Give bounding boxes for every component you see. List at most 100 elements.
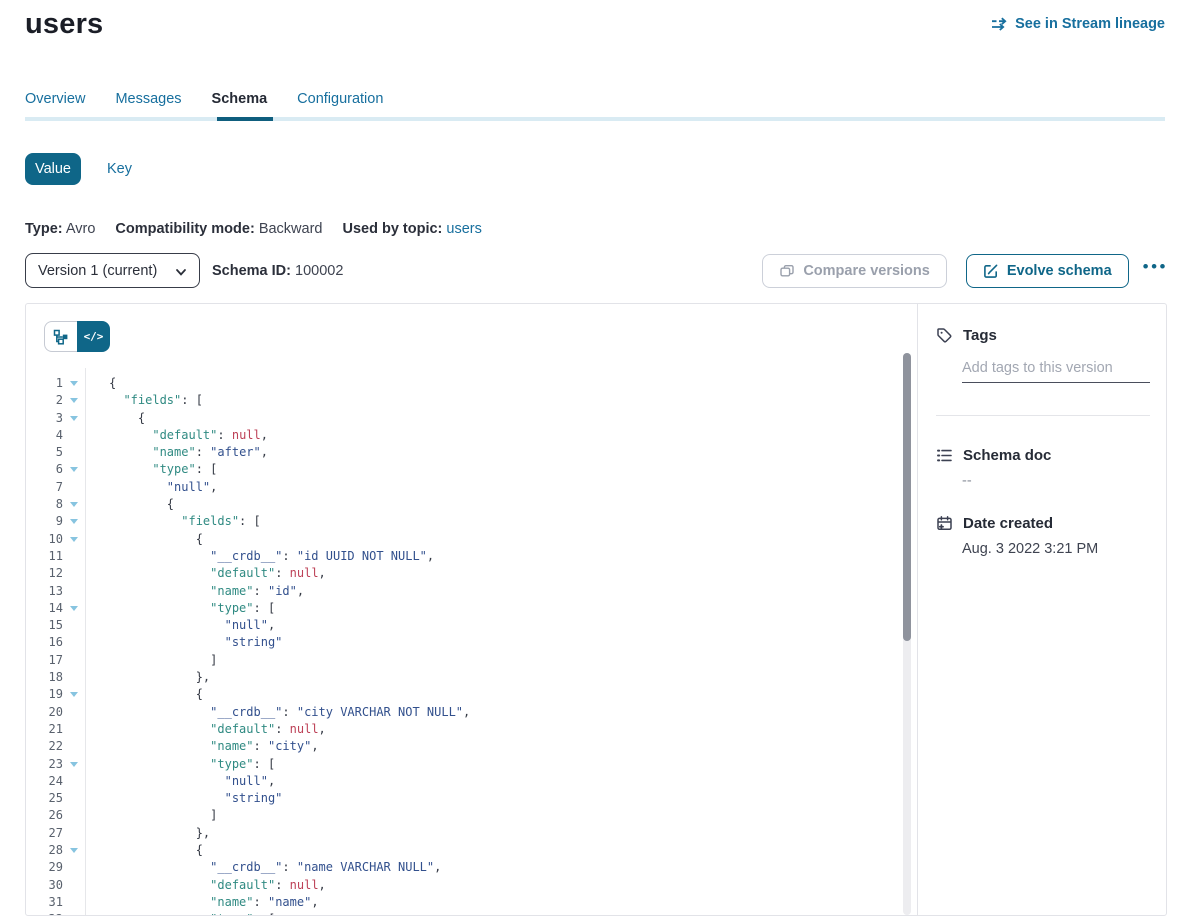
code-line: 1{ bbox=[26, 375, 897, 392]
evolve-schema-button[interactable]: Evolve schema bbox=[966, 254, 1129, 288]
fold-toggle[interactable] bbox=[63, 531, 85, 548]
code-text: "name": "after", bbox=[85, 444, 268, 461]
stream-lineage-link[interactable]: See in Stream lineage bbox=[991, 16, 1165, 32]
code-line: 4 "default": null, bbox=[26, 427, 897, 444]
fold-column bbox=[63, 652, 85, 669]
used-by-topic-link[interactable]: users bbox=[446, 221, 481, 237]
code-line: 12 "default": null, bbox=[26, 565, 897, 582]
fold-column bbox=[63, 427, 85, 444]
fold-toggle[interactable] bbox=[63, 686, 85, 703]
code-text: { bbox=[85, 375, 116, 392]
used-by-label: Used by topic: bbox=[342, 221, 442, 237]
code-text: "__crdb__": "city VARCHAR NOT NULL", bbox=[85, 704, 470, 721]
code-text: "type": [ bbox=[85, 911, 275, 915]
line-number: 10 bbox=[26, 531, 63, 548]
fold-column bbox=[63, 704, 85, 721]
code-text: "name": "id", bbox=[85, 583, 304, 600]
code-text: "name": "name", bbox=[85, 894, 319, 911]
fold-column bbox=[63, 807, 85, 824]
line-number: 29 bbox=[26, 859, 63, 876]
fold-arrow-icon bbox=[70, 398, 78, 403]
code-line: 17 ] bbox=[26, 652, 897, 669]
line-number: 27 bbox=[26, 825, 63, 842]
tags-input[interactable] bbox=[962, 358, 1150, 383]
code-line: 11 "__crdb__": "id UUID NOT NULL", bbox=[26, 548, 897, 565]
code-text: "default": null, bbox=[85, 721, 326, 738]
fold-toggle[interactable] bbox=[63, 842, 85, 859]
code-line: 16 "string" bbox=[26, 634, 897, 651]
tag-icon bbox=[936, 327, 953, 344]
code-text: }, bbox=[85, 825, 210, 842]
line-number: 2 bbox=[26, 392, 63, 409]
fold-column bbox=[63, 669, 85, 686]
line-number: 6 bbox=[26, 461, 63, 478]
fold-toggle[interactable] bbox=[63, 410, 85, 427]
line-number: 22 bbox=[26, 738, 63, 755]
fold-arrow-icon bbox=[70, 519, 78, 524]
chevron-down-icon bbox=[174, 265, 188, 279]
line-number: 1 bbox=[26, 375, 63, 392]
fold-toggle[interactable] bbox=[63, 911, 85, 915]
code-view-button[interactable]: </> bbox=[77, 321, 110, 352]
version-select[interactable]: Version 1 (current) bbox=[25, 253, 200, 288]
fold-column bbox=[63, 859, 85, 876]
value-toggle-button[interactable]: Value bbox=[25, 153, 81, 185]
fold-toggle[interactable] bbox=[63, 756, 85, 773]
line-number: 8 bbox=[26, 496, 63, 513]
tab-messages[interactable]: Messages bbox=[115, 91, 181, 107]
code-text: "null", bbox=[85, 773, 275, 790]
schema-doc-heading: Schema doc bbox=[936, 447, 1150, 464]
tab-configuration[interactable]: Configuration bbox=[297, 91, 383, 107]
fold-toggle[interactable] bbox=[63, 375, 85, 392]
line-number: 5 bbox=[26, 444, 63, 461]
schema-panel: </> 1{2 "fields": [3 {4 "default": null,… bbox=[25, 303, 1167, 916]
editor-scrollbar-thumb[interactable] bbox=[903, 353, 911, 641]
code-line: 8 { bbox=[26, 496, 897, 513]
fold-toggle[interactable] bbox=[63, 513, 85, 530]
code-text: "default": null, bbox=[85, 565, 326, 582]
fold-column bbox=[63, 548, 85, 565]
schema-id-value: 100002 bbox=[295, 263, 343, 279]
fold-column bbox=[63, 790, 85, 807]
tab-overview[interactable]: Overview bbox=[25, 91, 85, 107]
code-line: 5 "name": "after", bbox=[26, 444, 897, 461]
schema-editor: </> 1{2 "fields": [3 {4 "default": null,… bbox=[26, 304, 918, 915]
fold-column bbox=[63, 773, 85, 790]
list-icon bbox=[936, 447, 953, 464]
tab-schema[interactable]: Schema bbox=[212, 91, 268, 107]
line-number: 28 bbox=[26, 842, 63, 859]
fold-arrow-icon bbox=[70, 502, 78, 507]
fold-toggle[interactable] bbox=[63, 496, 85, 513]
line-number: 17 bbox=[26, 652, 63, 669]
code-text: ] bbox=[85, 652, 217, 669]
edit-icon bbox=[983, 263, 999, 279]
more-options-button[interactable]: ••• bbox=[1143, 262, 1168, 280]
line-number: 32 bbox=[26, 911, 63, 915]
fold-arrow-icon bbox=[70, 606, 78, 611]
fold-toggle[interactable] bbox=[63, 600, 85, 617]
line-number: 26 bbox=[26, 807, 63, 824]
fold-column bbox=[63, 444, 85, 461]
date-created-value: Aug. 3 2022 3:21 PM bbox=[962, 541, 1150, 557]
code-lines: 1{2 "fields": [3 {4 "default": null,5 "n… bbox=[26, 375, 897, 915]
code-text: "default": null, bbox=[85, 877, 326, 894]
fold-column bbox=[63, 617, 85, 634]
fold-arrow-icon bbox=[70, 692, 78, 697]
editor-scrollbar[interactable] bbox=[903, 353, 911, 915]
fold-toggle[interactable] bbox=[63, 461, 85, 478]
calendar-plus-icon bbox=[936, 515, 953, 532]
code-text: { bbox=[85, 531, 203, 548]
editor-view-toggle: </> bbox=[44, 321, 110, 352]
fold-toggle[interactable] bbox=[63, 392, 85, 409]
compare-versions-button[interactable]: Compare versions bbox=[762, 254, 947, 288]
code-line: 9 "fields": [ bbox=[26, 513, 897, 530]
date-created-heading: Date created bbox=[936, 515, 1150, 532]
code-text: "string" bbox=[85, 634, 282, 651]
tree-view-button[interactable] bbox=[44, 321, 77, 352]
key-toggle-button[interactable]: Key bbox=[107, 161, 132, 177]
line-number: 4 bbox=[26, 427, 63, 444]
code-line: 31 "name": "name", bbox=[26, 894, 897, 911]
code-line: 3 { bbox=[26, 410, 897, 427]
code-line: 10 { bbox=[26, 531, 897, 548]
code-view-icon: </> bbox=[84, 330, 104, 343]
